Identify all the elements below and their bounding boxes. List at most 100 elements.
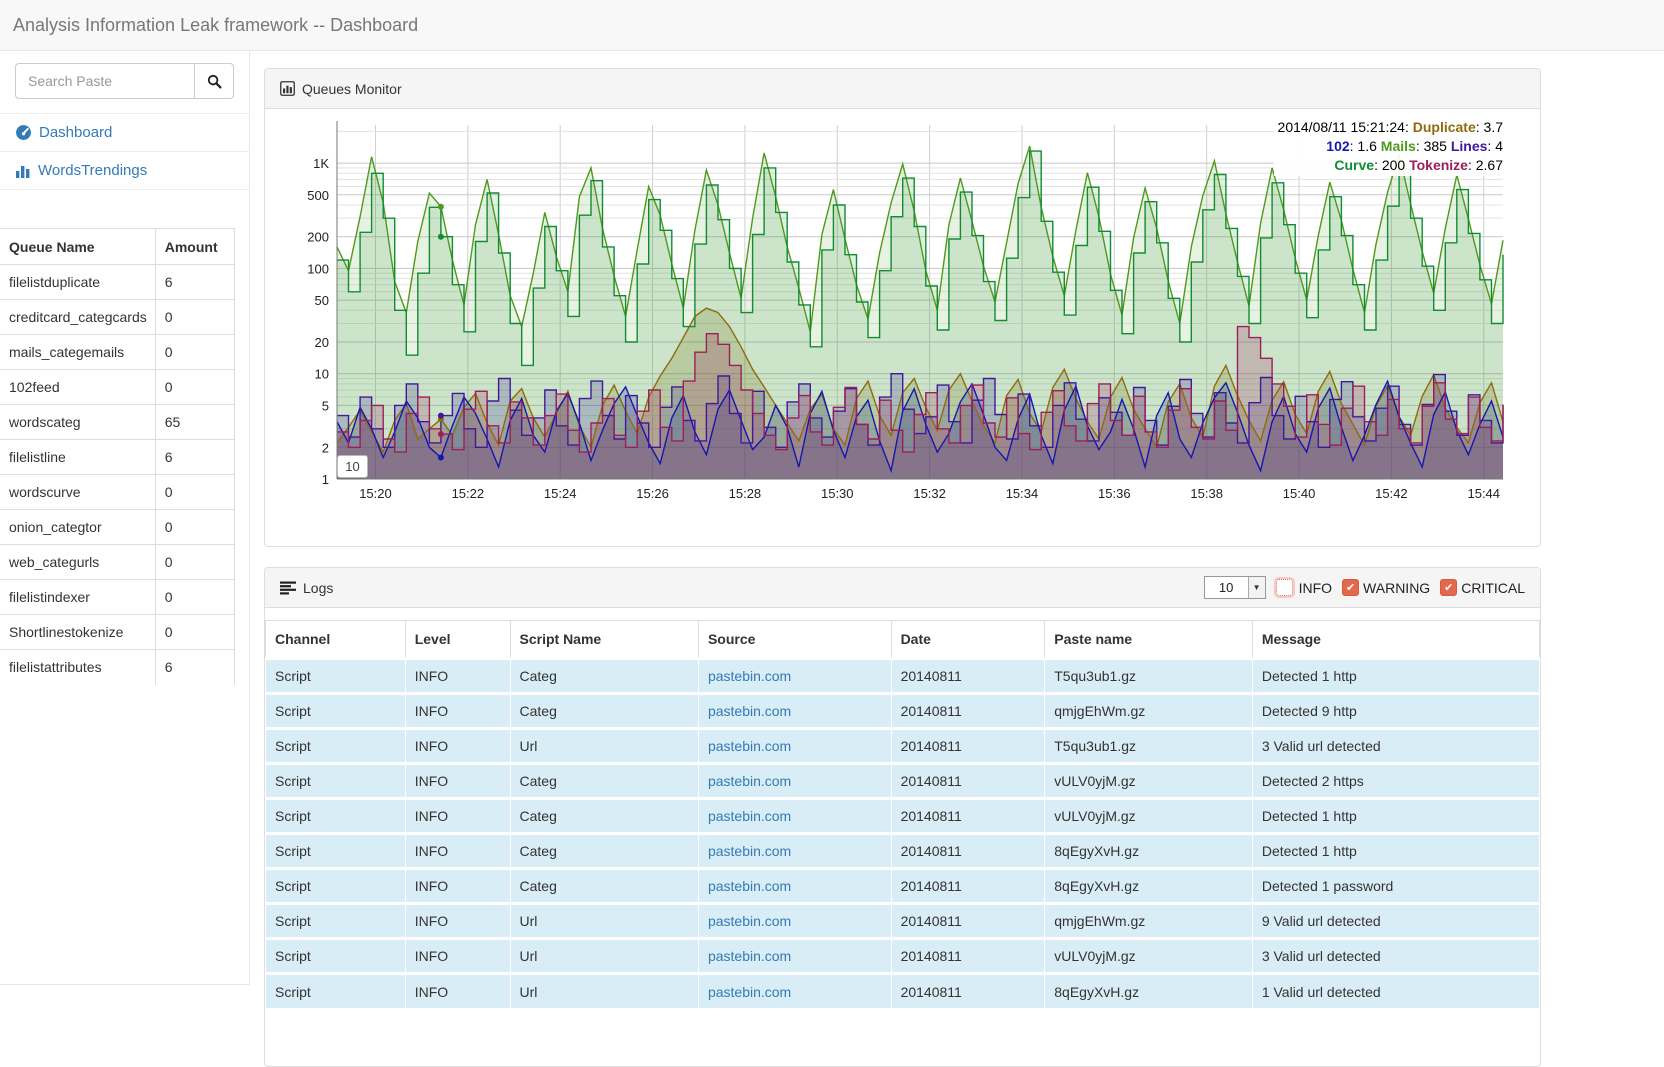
svg-text:200: 200: [307, 230, 329, 245]
source-link[interactable]: pastebin.com: [708, 738, 791, 754]
sidebar-item-wordstrendings[interactable]: WordsTrendings: [0, 152, 249, 190]
queue-row: mails_categemails0: [0, 335, 235, 370]
queue-name-cell: filelistattributes: [0, 650, 155, 685]
logs-column-header: Channel: [266, 621, 406, 659]
logs-header: Logs 10 ▼ INFO✔WARNING✔CRITICAL: [265, 568, 1540, 608]
svg-text:500: 500: [307, 188, 329, 203]
log-cell: pastebin.com: [698, 834, 891, 869]
log-row: ScriptINFOCategpastebin.com20140811qmjgE…: [266, 694, 1540, 729]
log-cell: 8qEgyXvH.gz: [1045, 834, 1253, 869]
checkbox-unchecked-icon[interactable]: [1276, 579, 1293, 596]
log-cell: Script: [266, 729, 406, 764]
queue-row: filelistduplicate6: [0, 265, 235, 300]
log-cell: Url: [510, 729, 698, 764]
source-link[interactable]: pastebin.com: [708, 808, 791, 824]
log-row: ScriptINFOUrlpastebin.com20140811T5qu3ub…: [266, 729, 1540, 764]
queue-table: Queue Name Amount filelistduplicate6cred…: [0, 228, 235, 685]
log-cell: 8qEgyXvH.gz: [1045, 869, 1253, 904]
log-cell: Detected 2 https: [1252, 764, 1539, 799]
log-cell: Script: [266, 834, 406, 869]
log-cell: pastebin.com: [698, 729, 891, 764]
checkbox-checked-icon[interactable]: ✔: [1440, 579, 1457, 596]
svg-text:15:20: 15:20: [359, 486, 392, 501]
log-cell: vULV0yjM.gz: [1045, 799, 1253, 834]
log-cell: Script: [266, 764, 406, 799]
filter-label: WARNING: [1363, 580, 1430, 596]
log-cell: Categ: [510, 869, 698, 904]
log-cell: Script: [266, 974, 406, 1009]
source-link[interactable]: pastebin.com: [708, 913, 791, 929]
queue-row: 102feed0: [0, 370, 235, 405]
svg-text:15:28: 15:28: [729, 486, 762, 501]
queue-amount-cell: 0: [155, 580, 234, 615]
logs-column-header: Source: [698, 621, 891, 659]
log-cell: pastebin.com: [698, 939, 891, 974]
log-cell: pastebin.com: [698, 799, 891, 834]
search-group: [15, 63, 234, 99]
queue-row: onion_categtor0: [0, 510, 235, 545]
source-link[interactable]: pastebin.com: [708, 843, 791, 859]
queue-amount-cell: 6: [155, 265, 234, 300]
filter-label: CRITICAL: [1461, 580, 1525, 596]
queue-amount-cell: 6: [155, 440, 234, 475]
search-button[interactable]: [194, 63, 234, 99]
page-size-select[interactable]: 10 ▼: [1204, 576, 1266, 599]
svg-text:10: 10: [315, 367, 329, 382]
source-link[interactable]: pastebin.com: [708, 703, 791, 719]
queue-row: filelistattributes6: [0, 650, 235, 685]
log-cell: Categ: [510, 764, 698, 799]
log-cell: INFO: [405, 659, 510, 694]
svg-text:5: 5: [322, 398, 329, 413]
queues-chart[interactable]: 1K50020010050201052115:2015:2215:2415:26…: [271, 115, 1535, 540]
logs-column-header: Paste name: [1045, 621, 1253, 659]
source-link[interactable]: pastebin.com: [708, 984, 791, 1000]
svg-text:15:44: 15:44: [1467, 486, 1500, 501]
log-cell: pastebin.com: [698, 974, 891, 1009]
log-cell: 20140811: [891, 904, 1045, 939]
log-cell: 20140811: [891, 974, 1045, 1009]
chart-legend: 2014/08/11 15:21:24: Duplicate: 3.7102: …: [1274, 117, 1507, 176]
svg-text:100: 100: [307, 261, 329, 276]
log-cell: Detected 1 http: [1252, 834, 1539, 869]
queue-amount-cell: 0: [155, 370, 234, 405]
panel-title: Logs: [303, 580, 333, 596]
svg-text:20: 20: [315, 335, 329, 350]
checkbox-checked-icon[interactable]: ✔: [1342, 579, 1359, 596]
logs-column-header: Message: [1252, 621, 1539, 659]
log-cell: 20140811: [891, 834, 1045, 869]
filter-label: INFO: [1299, 580, 1332, 596]
filter-warning[interactable]: ✔WARNING: [1342, 579, 1430, 596]
queue-amount-cell: 65: [155, 405, 234, 440]
source-link[interactable]: pastebin.com: [708, 773, 791, 789]
log-cell: 20140811: [891, 939, 1045, 974]
log-cell: vULV0yjM.gz: [1045, 764, 1253, 799]
chart-range-label: 10: [337, 455, 368, 478]
sidebar-item-dashboard[interactable]: Dashboard: [0, 113, 249, 152]
log-cell: INFO: [405, 694, 510, 729]
source-link[interactable]: pastebin.com: [708, 948, 791, 964]
filter-info[interactable]: INFO: [1274, 577, 1332, 598]
filter-critical[interactable]: ✔CRITICAL: [1440, 579, 1525, 596]
log-cell: INFO: [405, 904, 510, 939]
log-cell: pastebin.com: [698, 659, 891, 694]
log-cell: Script: [266, 904, 406, 939]
source-link[interactable]: pastebin.com: [708, 668, 791, 684]
queue-row: filelistline6: [0, 440, 235, 475]
source-link[interactable]: pastebin.com: [708, 878, 791, 894]
log-cell: vULV0yjM.gz: [1045, 939, 1253, 974]
log-cell: 3 Valid url detected: [1252, 939, 1539, 974]
log-cell: Url: [510, 904, 698, 939]
log-cell: pastebin.com: [698, 694, 891, 729]
log-cell: pastebin.com: [698, 764, 891, 799]
log-cell: qmjgEhWm.gz: [1045, 694, 1253, 729]
queue-row: wordscurve0: [0, 475, 235, 510]
log-cell: 20140811: [891, 659, 1045, 694]
log-cell: Script: [266, 694, 406, 729]
queue-amount-cell: 0: [155, 475, 234, 510]
svg-text:15:42: 15:42: [1375, 486, 1408, 501]
svg-text:15:34: 15:34: [1006, 486, 1039, 501]
search-input[interactable]: [15, 63, 194, 99]
dashboard-icon: [15, 124, 32, 141]
queue-name-cell: mails_categemails: [0, 335, 155, 370]
log-row: ScriptINFOCategpastebin.com201408118qEgy…: [266, 869, 1540, 904]
